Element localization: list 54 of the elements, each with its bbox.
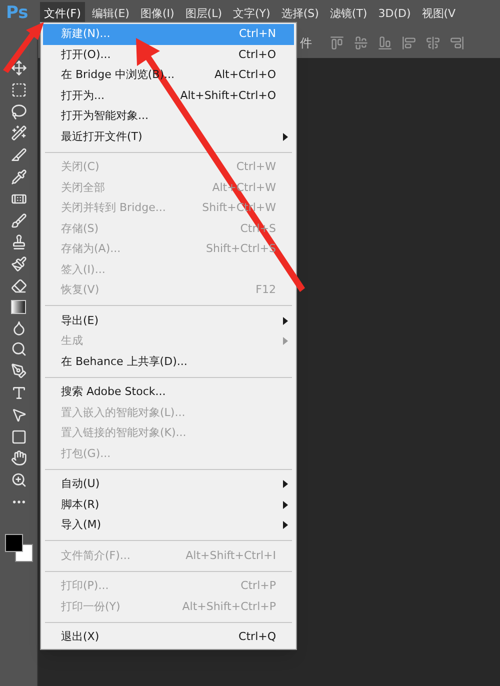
align-middle-icon[interactable]: [354, 36, 368, 50]
menu-title[interactable]: 滤镜(T): [326, 2, 372, 26]
zoom-icon[interactable]: [10, 472, 26, 488]
type-icon[interactable]: [10, 384, 26, 401]
menu-item[interactable]: 退出(X) Ctrl+Q: [43, 627, 294, 648]
menu-title[interactable]: 文字(Y): [229, 2, 274, 26]
brush-icon[interactable]: [10, 212, 26, 229]
menu-title[interactable]: 图像(I): [136, 2, 178, 26]
menu-title[interactable]: 图层(L): [181, 2, 226, 26]
menu-item[interactable]: 最近打开文件(T): [43, 126, 294, 147]
pen-icon[interactable]: [10, 363, 26, 380]
submenu-arrow-icon: [283, 132, 288, 141]
marquee-icon[interactable]: [10, 82, 26, 98]
menu-item[interactable]: 打开(O)... Ctrl+O: [43, 44, 294, 65]
knife-icon[interactable]: [10, 147, 26, 164]
eraser-icon[interactable]: [10, 278, 26, 294]
app-logo: Ps: [6, 2, 30, 26]
submenu-arrow-icon: [283, 316, 288, 325]
submenu-arrow-icon: [283, 500, 288, 509]
menu-title[interactable]: 编辑(E): [88, 2, 134, 26]
move-icon[interactable]: [10, 60, 26, 76]
menu-item[interactable]: 打开为... Alt+Shift+Ctrl+O: [43, 86, 294, 106]
menu-item[interactable]: 打开为智能对象...: [43, 106, 294, 126]
submenu-arrow-icon: [283, 521, 288, 530]
menu-item[interactable]: 在 Behance 上共享(D)...: [43, 352, 294, 372]
droplet-icon[interactable]: [10, 320, 26, 336]
eyedropper-icon[interactable]: [10, 168, 26, 185]
align-bottom-icon[interactable]: [378, 36, 392, 50]
hand-icon[interactable]: [10, 450, 26, 466]
magnifier-icon[interactable]: [10, 341, 26, 358]
arrow-annotation: [3, 22, 44, 73]
options-label: 件: [300, 35, 312, 52]
color-swatches-icon[interactable]: [4, 534, 32, 562]
menu-item[interactable]: 导入(M): [43, 515, 294, 536]
menu-title[interactable]: 3D(D): [374, 2, 415, 26]
menu-title[interactable]: 视图(V: [418, 2, 460, 26]
stamp-icon[interactable]: [10, 234, 26, 250]
menu-item[interactable]: 脚本(R): [43, 494, 294, 515]
pointer-icon[interactable]: [10, 406, 26, 423]
submenu-arrow-icon: [283, 480, 288, 488]
paintbrush-icon[interactable]: [10, 256, 26, 272]
align-center-icon[interactable]: [426, 36, 440, 50]
submenu-arrow-icon: [283, 337, 288, 346]
rounded-square-icon[interactable]: [10, 428, 26, 445]
lasso-icon[interactable]: [10, 104, 26, 120]
align-top-icon[interactable]: [330, 36, 344, 50]
menu-item[interactable]: 搜索 Adobe Stock...: [43, 382, 294, 402]
align-right-icon[interactable]: [450, 36, 464, 50]
gradient-icon[interactable]: [11, 300, 26, 314]
magic-wand-icon[interactable]: [10, 125, 26, 142]
menu-item[interactable]: 导出(E): [43, 310, 294, 331]
menu-title[interactable]: 选择(S): [277, 2, 323, 26]
align-left-icon[interactable]: [402, 36, 416, 50]
menu-item[interactable]: 自动(U): [43, 474, 294, 494]
